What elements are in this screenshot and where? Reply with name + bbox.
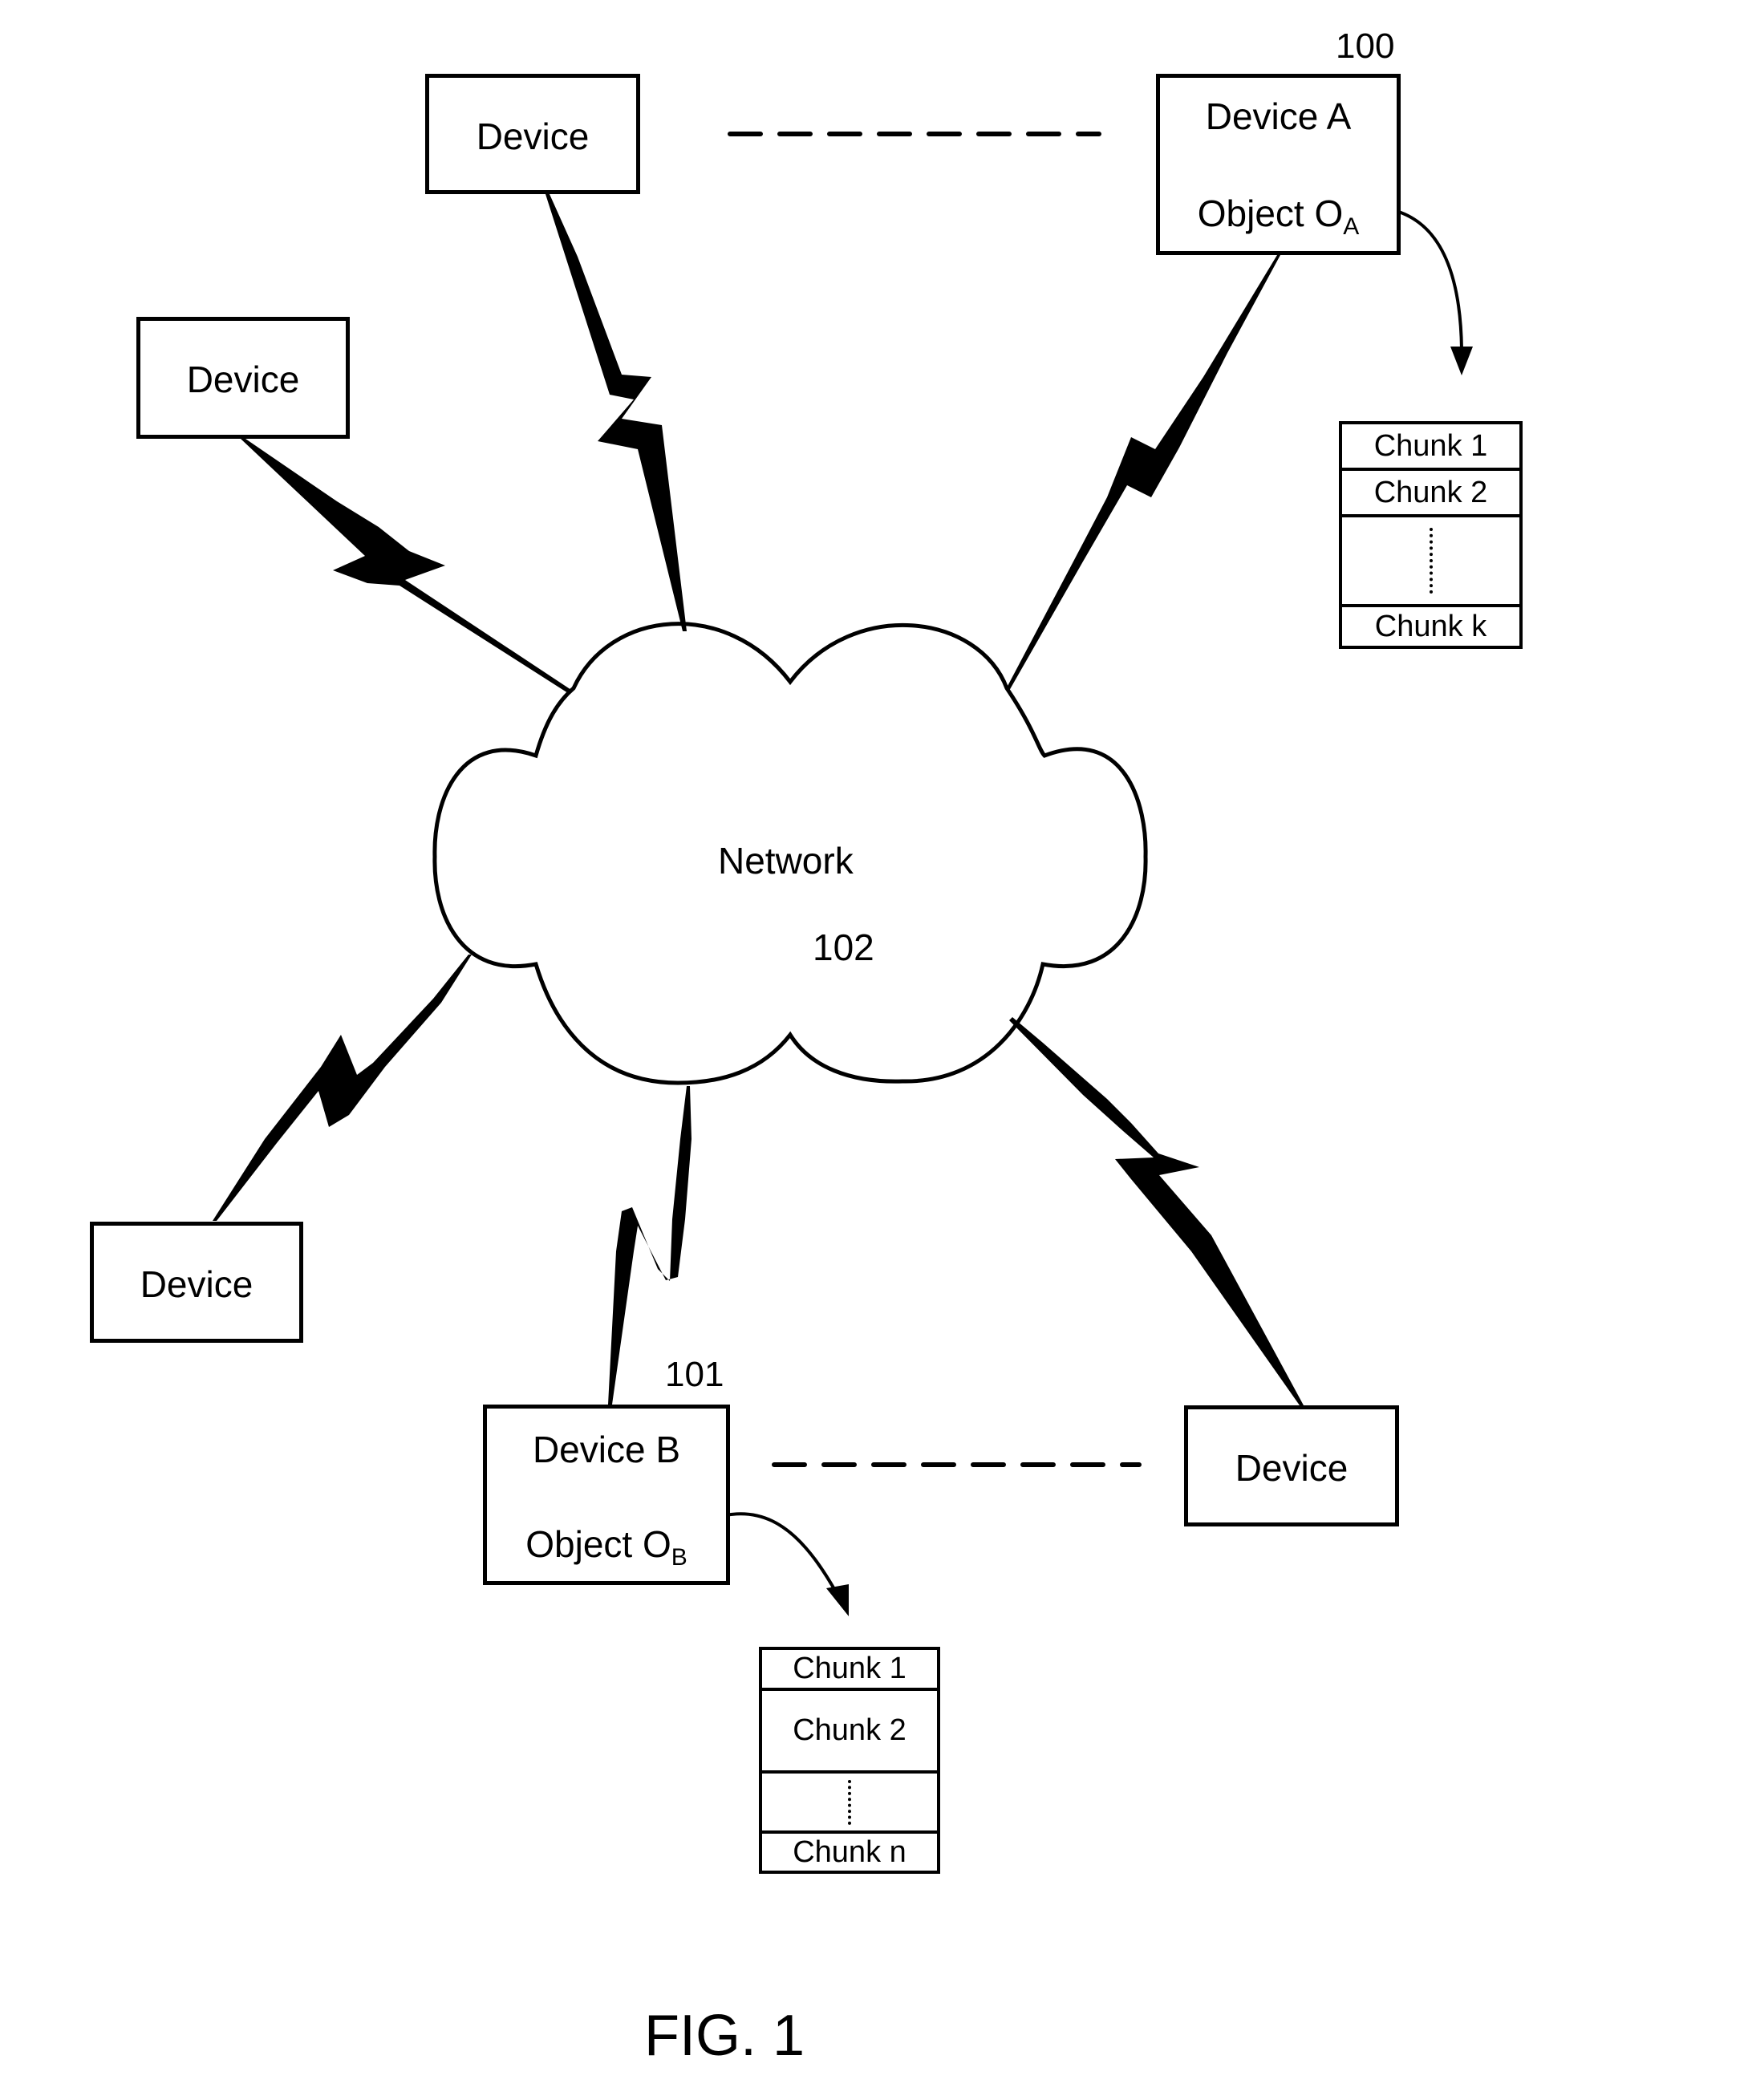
wireless-link-device-a: [1006, 255, 1280, 691]
vertical-ellipsis-icon: [848, 1779, 851, 1825]
chunk-b-row-2: Chunk 2: [762, 1691, 937, 1774]
object-b-arrowhead: [826, 1584, 849, 1616]
object-a-arrowhead: [1450, 347, 1473, 375]
chunk-a-row-2: Chunk 2: [1342, 471, 1519, 517]
device-b-object-label: Object O: [525, 1523, 671, 1565]
chunk-a-ellipsis: [1342, 517, 1519, 607]
figure-caption: FIG. 1: [644, 2004, 805, 2068]
network-label: Network: [718, 840, 854, 882]
chunk-b-row-1: Chunk 1: [762, 1650, 937, 1691]
vertical-ellipsis-icon: [1429, 528, 1433, 594]
wireless-link-top-device: [546, 194, 687, 631]
device-top-label: Device: [476, 116, 590, 157]
device-bottom-left-label: Device: [140, 1263, 253, 1305]
device-left-label: Device: [186, 359, 300, 400]
device-left[interactable]: Device: [136, 317, 350, 439]
device-a-object-label: Object O: [1197, 193, 1344, 234]
device-a-object: Object OA: [1160, 195, 1397, 239]
wireless-link-bottom-left-device: [213, 955, 472, 1221]
chunk-table-b: Chunk 1 Chunk 2 Chunk n: [759, 1647, 940, 1874]
device-bottom-right[interactable]: Device: [1184, 1405, 1399, 1526]
chunk-table-a: Chunk 1 Chunk 2 Chunk k: [1339, 421, 1523, 649]
device-b[interactable]: Device B Object OB: [483, 1405, 730, 1585]
chunk-a-row-k: Chunk k: [1374, 609, 1487, 643]
chunk-a-row-1: Chunk 1: [1342, 424, 1519, 471]
chunk-b-row-n: Chunk n: [793, 1834, 906, 1869]
device-b-object: Object OB: [487, 1526, 726, 1570]
wireless-link-left-device: [241, 439, 571, 693]
device-b-label: Device B: [532, 1429, 681, 1470]
device-a-object-sub: A: [1343, 213, 1360, 240]
device-b-object-sub: B: [671, 1544, 687, 1571]
device-bottom-left[interactable]: Device: [90, 1222, 303, 1343]
wireless-link-bottom-right-device: [1009, 1017, 1304, 1405]
device-a[interactable]: Device A Object OA: [1156, 74, 1401, 255]
network-ref: 102: [813, 926, 874, 968]
device-bottom-right-label: Device: [1235, 1447, 1349, 1489]
chunk-b-ellipsis: [762, 1774, 937, 1834]
device-top[interactable]: Device: [425, 74, 640, 194]
device-b-ref: 101: [665, 1355, 724, 1394]
device-a-label: Device A: [1205, 95, 1352, 137]
device-a-ref: 100: [1336, 26, 1395, 66]
